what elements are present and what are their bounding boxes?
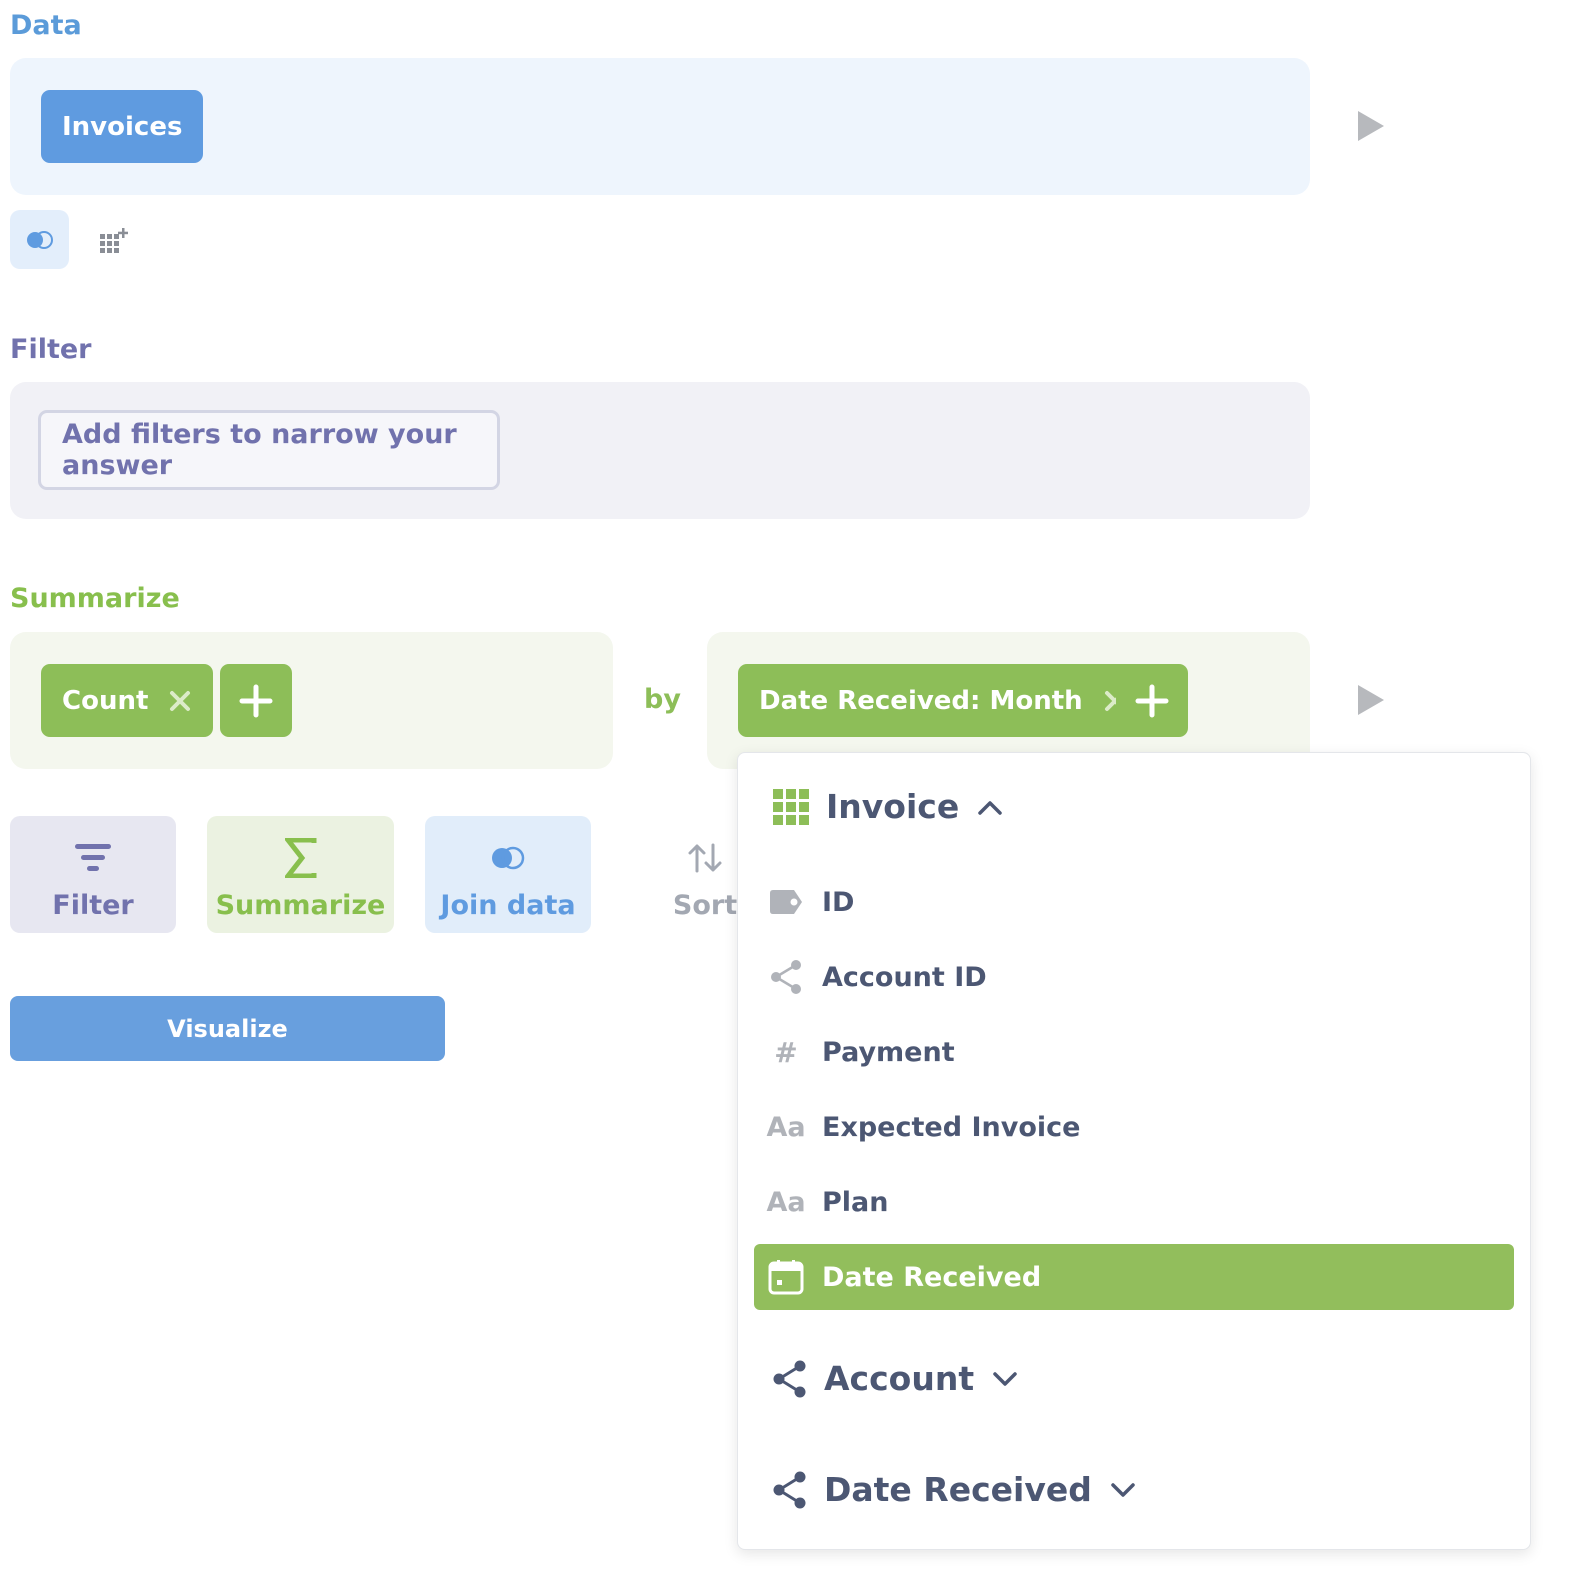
breakout-pill[interactable]: Date Received: Month: [738, 664, 1148, 737]
data-step-panel: Invoices: [10, 58, 1310, 195]
add-filter-button[interactable]: Add filters to narrow your answer: [38, 410, 500, 490]
custom-column-button[interactable]: [98, 226, 132, 256]
plus-icon: [1135, 684, 1169, 717]
play-icon[interactable]: [1358, 111, 1384, 141]
group-label: Date Received: [824, 1470, 1092, 1509]
filter-section-title: Filter: [10, 334, 92, 365]
summarize-section-title: Summarize: [10, 583, 180, 614]
custom-column-icon: [100, 228, 128, 253]
chevron-up-icon: [978, 800, 1002, 815]
number-icon: #: [774, 1035, 798, 1069]
summarize-action-label: Summarize: [215, 890, 386, 921]
plus-icon: [239, 684, 273, 717]
field-label: Plan: [822, 1186, 889, 1218]
account-group-header[interactable]: Account: [772, 1359, 1018, 1398]
field-item-date-received[interactable]: Date Received: [754, 1244, 1514, 1310]
field-label: Date Received: [822, 1261, 1042, 1293]
calendar-icon: [768, 1260, 804, 1295]
sort-icon: [688, 843, 722, 873]
field-label: Account ID: [822, 961, 987, 993]
foreign-key-icon: [773, 1471, 806, 1508]
breakout-panel: Date Received: Month: [707, 632, 1310, 769]
breakout-label: Date Received: Month: [759, 685, 1083, 716]
field-item-id[interactable]: ID: [754, 869, 1514, 935]
visualize-button[interactable]: Visualize: [10, 996, 445, 1061]
play-icon[interactable]: [1358, 685, 1384, 715]
chevron-down-icon: [993, 1371, 1017, 1386]
join-action-label: Join data: [440, 890, 576, 921]
foreign-key-icon: [773, 1360, 806, 1397]
data-source-label: Invoices: [62, 111, 183, 142]
metric-label: Count: [62, 685, 149, 716]
data-section-title: Data: [10, 10, 82, 41]
field-label: Payment: [822, 1036, 955, 1068]
field-label: Expected Invoice: [822, 1111, 1081, 1143]
metrics-panel: Count: [10, 632, 613, 769]
text-icon: Aa: [766, 1111, 806, 1143]
group-label: Account: [824, 1359, 975, 1398]
visualize-label: Visualize: [167, 1014, 288, 1043]
field-item-plan[interactable]: Aa Plan: [754, 1169, 1514, 1235]
field-picker-popover: Invoice ID Account ID # Payment Aa Expec…: [737, 752, 1531, 1550]
filter-step-panel: Add filters to narrow your answer: [10, 382, 1310, 519]
data-source-pill[interactable]: Invoices: [41, 90, 204, 163]
chevron-down-icon: [1111, 1482, 1135, 1497]
add-metric-button[interactable]: [220, 664, 292, 737]
by-label: by: [644, 684, 681, 715]
metric-pill-count[interactable]: Count: [41, 664, 214, 737]
sigma-icon: [284, 838, 316, 878]
join-icon: [492, 846, 525, 870]
add-filter-placeholder: Add filters to narrow your answer: [62, 419, 457, 481]
field-item-expected-invoice[interactable]: Aa Expected Invoice: [754, 1094, 1514, 1160]
table-group-header[interactable]: Invoice: [772, 787, 1003, 826]
table-group-label: Invoice: [826, 787, 960, 826]
foreign-key-icon: [771, 960, 801, 994]
sort-action-label: Sort: [672, 890, 738, 921]
join-action-button[interactable]: Join data: [425, 816, 591, 933]
filter-action-label: Filter: [52, 890, 134, 921]
filter-action-button[interactable]: Filter: [10, 816, 176, 933]
text-icon: Aa: [766, 1186, 806, 1218]
table-icon: [773, 788, 809, 825]
field-item-account-id[interactable]: Account ID: [754, 944, 1514, 1010]
filter-icon: [75, 844, 111, 871]
join-data-button[interactable]: [10, 210, 69, 269]
field-label: ID: [822, 886, 855, 918]
summarize-action-button[interactable]: Summarize: [207, 816, 394, 933]
label-icon: [770, 890, 802, 914]
date-received-group-header[interactable]: Date Received: [772, 1470, 1136, 1509]
close-icon[interactable]: [168, 689, 192, 713]
add-breakout-button[interactable]: [1116, 664, 1188, 737]
field-item-payment[interactable]: # Payment: [754, 1019, 1514, 1085]
join-icon: [26, 230, 53, 249]
